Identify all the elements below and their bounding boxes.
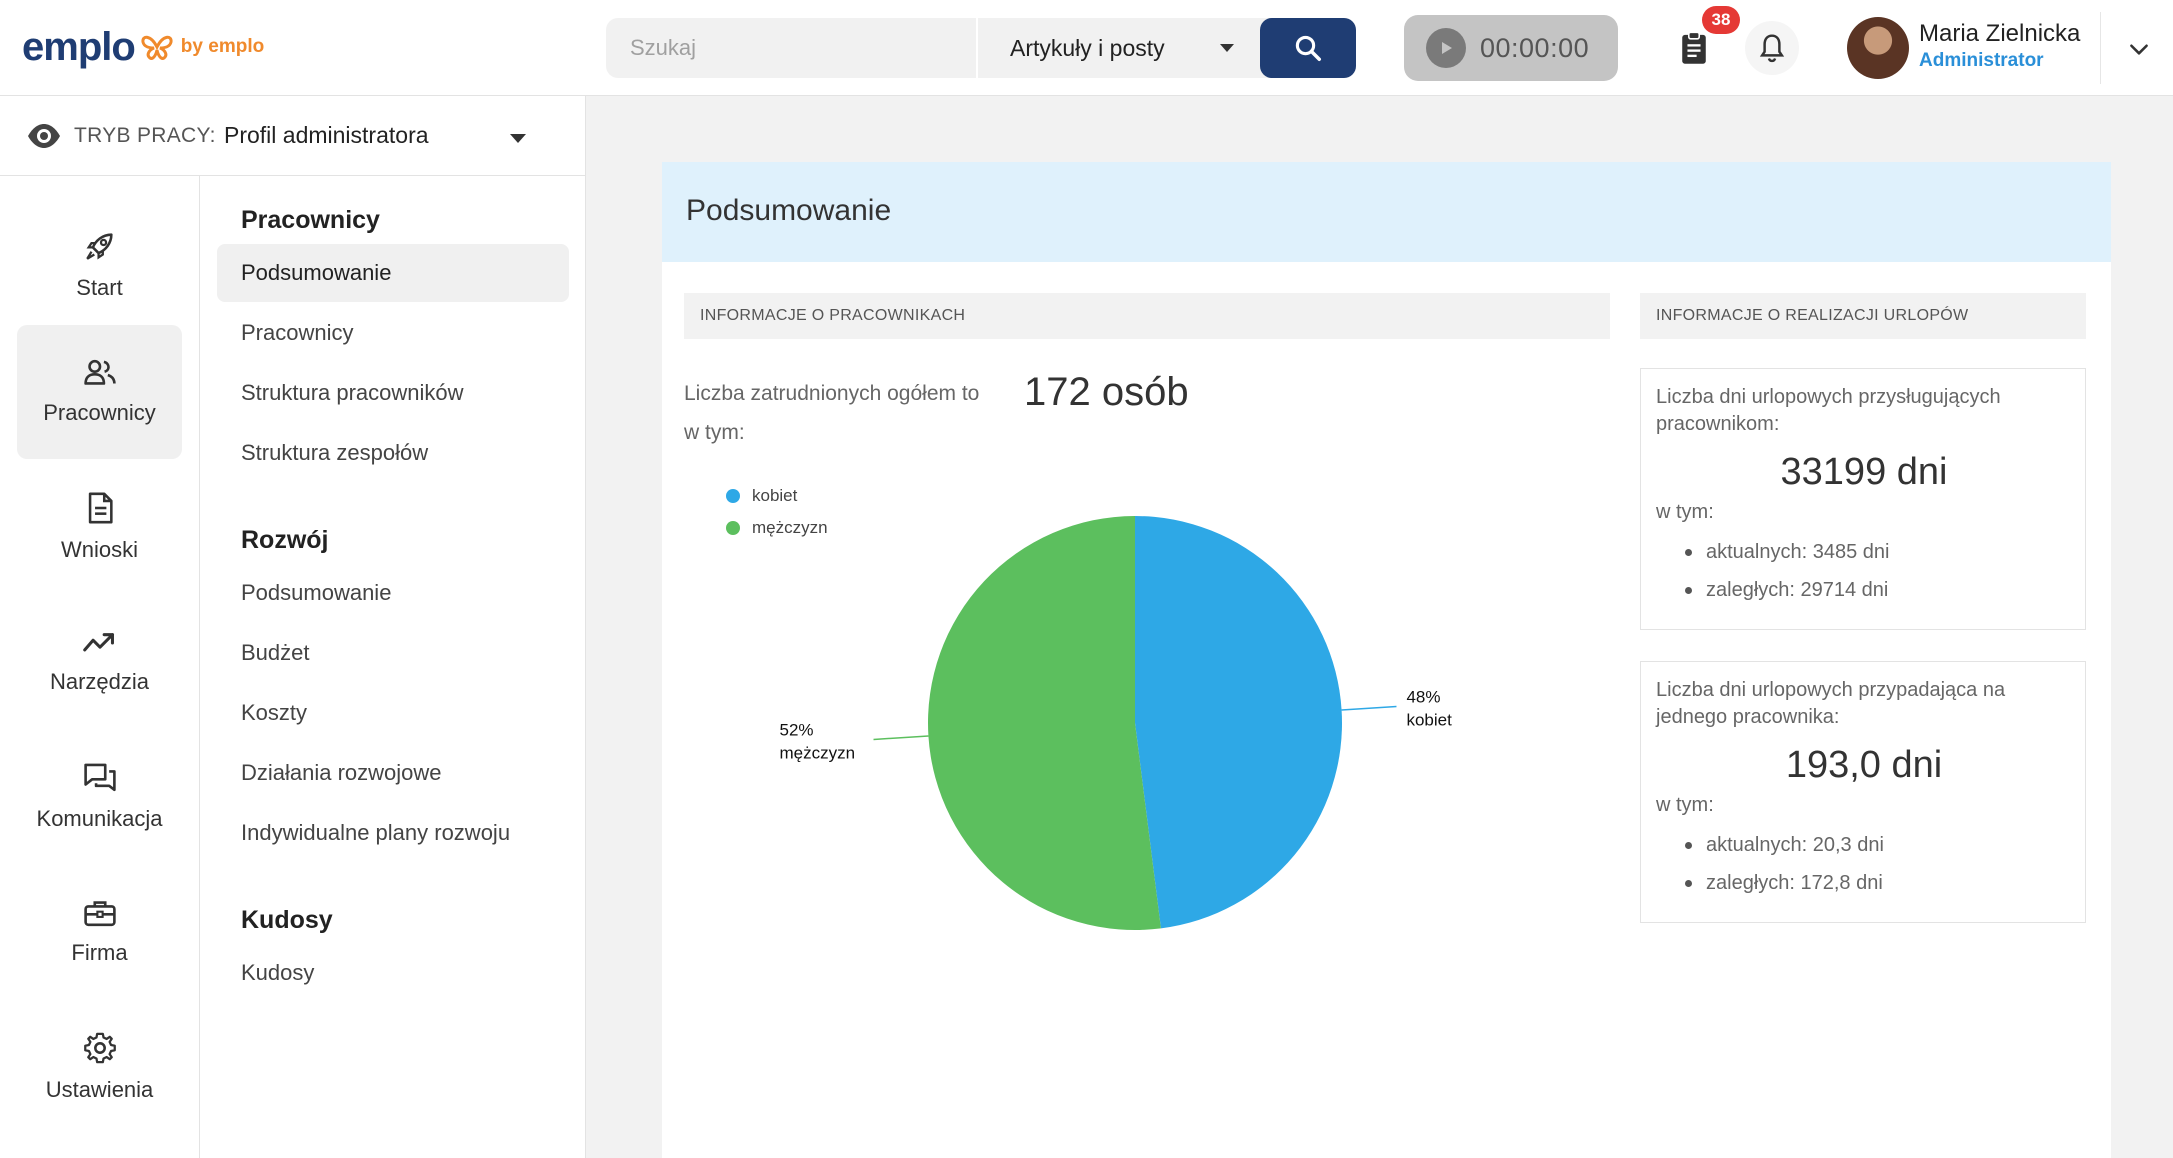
play-icon: [1426, 28, 1466, 68]
work-mode-label: TRYB PRACY:: [74, 124, 216, 147]
search-bar: Artykuły i posty: [606, 18, 1356, 78]
submenu-item-kudosy[interactable]: Kudosy: [217, 944, 569, 1002]
submenu-item-pracownicy[interactable]: Pracownicy: [217, 304, 569, 362]
work-mode-dropdown[interactable]: Profil administratora: [224, 122, 429, 149]
notifications-button[interactable]: [1745, 21, 1799, 75]
timer-value: 00:00:00: [1480, 32, 1590, 63]
leave-entitlement-current: aktualnych: 3485 dni: [1685, 541, 1889, 564]
leave-entitlement-box: Liczba dni urlopowych przysługujących pr…: [1640, 368, 2086, 630]
submenu-item-struktura-zespolow[interactable]: Struktura zespołów: [217, 424, 569, 482]
time-tracker-button[interactable]: 00:00:00: [1404, 15, 1618, 81]
submenu-section-title: Pracownicy: [241, 206, 380, 234]
pie-leader-line-women: [1341, 705, 1397, 711]
user-avatar[interactable]: [1847, 17, 1909, 79]
top-header: emplo by emplo Artykuły i posty 00:00:00: [0, 0, 2173, 96]
document-icon: [88, 492, 113, 524]
pie-slice-women[interactable]: [1135, 516, 1343, 929]
header-divider: [2100, 12, 2101, 84]
leave-section-header: INFORMACJE O REALIZACJI URLOPÓW: [1640, 293, 2086, 339]
rocket-icon: [85, 233, 113, 260]
chevron-down-icon[interactable]: [2126, 36, 2152, 62]
pie-label-men-name: mężczyzn: [780, 743, 856, 762]
nav-narzedzia[interactable]: Narzędzia: [17, 595, 182, 729]
employees-in-that-label: w tym:: [684, 421, 745, 444]
submenu-item-koszty[interactable]: Koszty: [217, 684, 569, 742]
leave-per-employee-label: Liczba dni urlopowych przypadająca na je…: [1656, 679, 2006, 728]
user-name: Maria Zielnicka: [1919, 20, 2081, 47]
pie-label-men-percent: 52%: [780, 720, 814, 739]
nav-label: Ustawienia: [45, 1077, 154, 1102]
submenu-section-title: Kudosy: [241, 906, 333, 934]
pie-label-women-name: kobiet: [1406, 711, 1452, 730]
pie-label-women-percent: 48%: [1406, 688, 1440, 707]
leave-per-employee-box: Liczba dni urlopowych przypadająca na je…: [1640, 661, 2086, 923]
butterfly-logo-icon: [141, 35, 173, 60]
nav-start[interactable]: Start: [17, 198, 182, 332]
nav-label: Narzędzia: [49, 669, 150, 694]
search-input[interactable]: [606, 18, 976, 78]
leave-per-employee-current: aktualnych: 20,3 dni: [1685, 834, 1884, 857]
leave-entitlement-value: 33199 dni: [1780, 451, 1948, 493]
work-mode-selector: TRYB PRACY: Profil administratora: [0, 96, 586, 176]
nav-komunikacja[interactable]: Komunikacja: [17, 730, 182, 864]
submenu-item-indywidualne-plany[interactable]: Indywidualne plany rozwoju: [217, 804, 569, 862]
search-scope-value: Artykuły i posty: [1010, 34, 1165, 61]
gear-icon: [83, 1032, 116, 1064]
leave-entitlement-in-that: w tym:: [1656, 501, 1714, 523]
nav-label: Wnioski: [60, 537, 138, 562]
submenu-item-dzialania-rozwojowe[interactable]: Działania rozwojowe: [217, 744, 569, 802]
nav-label: Firma: [71, 940, 128, 965]
search-scope-select[interactable]: Artykuły i posty: [978, 18, 1266, 78]
nav-label: Komunikacja: [36, 806, 163, 831]
page-title: Podsumowanie: [686, 194, 892, 227]
leave-entitlement-overdue: zaległych: 29714 dni: [1685, 579, 1888, 602]
trend-icon: [82, 633, 114, 652]
nav-pracownicy[interactable]: Pracownicy: [17, 325, 182, 459]
clipboard-icon: [1682, 31, 1706, 64]
briefcase-icon: [83, 901, 116, 927]
submenu-item-rozwoj-podsumowanie[interactable]: Podsumowanie: [217, 564, 569, 622]
nav-ustawienia[interactable]: Ustawienia: [17, 1000, 182, 1134]
people-icon: [83, 359, 116, 385]
submenu-section-title: Rozwój: [241, 526, 329, 554]
employees-total-label: Liczba zatrudnionych ogółem to: [684, 382, 980, 405]
caret-down-icon[interactable]: [510, 134, 526, 143]
leave-entitlement-label: Liczba dni urlopowych przysługujących pr…: [1656, 386, 2001, 435]
nav-firma[interactable]: Firma: [17, 865, 182, 999]
submenu-item-podsumowanie[interactable]: Podsumowanie: [217, 244, 569, 302]
logo-text: emplo: [22, 24, 136, 69]
pie-leader-line-men: [873, 735, 929, 741]
caret-down-icon: [1220, 44, 1234, 52]
user-role: Administrator: [1919, 50, 2044, 71]
leave-per-employee-overdue: zaległych: 172,8 dni: [1685, 872, 1883, 895]
eye-icon: [28, 124, 60, 148]
leave-per-employee-in-that: w tym:: [1656, 794, 1714, 816]
gender-pie-chart: 48% kobiet 52% mężczyzn: [780, 516, 1452, 930]
left-panel: TRYB PRACY: Profil administratora Start …: [0, 96, 586, 1158]
nav-label: Pracownicy: [43, 400, 156, 425]
submenu-item-struktura-pracownikow[interactable]: Struktura pracowników: [217, 364, 569, 422]
employees-total-value: 172 osób: [1024, 370, 1189, 414]
submenu-item-budzet[interactable]: Budżet: [217, 624, 569, 682]
nav-label: Start: [76, 275, 123, 300]
nav-wnioski[interactable]: Wnioski: [17, 460, 182, 594]
chat-icon: [83, 763, 116, 792]
tasks-count-badge: 38: [1702, 6, 1740, 34]
app-logo[interactable]: emplo by emplo: [22, 22, 264, 72]
search-button[interactable]: [1260, 18, 1356, 78]
employees-section-header: INFORMACJE O PRACOWNIKACH: [684, 293, 1610, 339]
leave-per-employee-value: 193,0 dni: [1785, 744, 1943, 786]
bell-icon: [1759, 34, 1785, 63]
pie-slice-men[interactable]: [928, 516, 1161, 930]
logo-by-text: by emplo: [180, 36, 265, 57]
card-header: Podsumowanie: [662, 162, 2111, 262]
search-icon: [1295, 35, 1321, 61]
icon-navigation: Start Pracownicy Wnioski Narzędzia Komun…: [0, 176, 200, 1158]
